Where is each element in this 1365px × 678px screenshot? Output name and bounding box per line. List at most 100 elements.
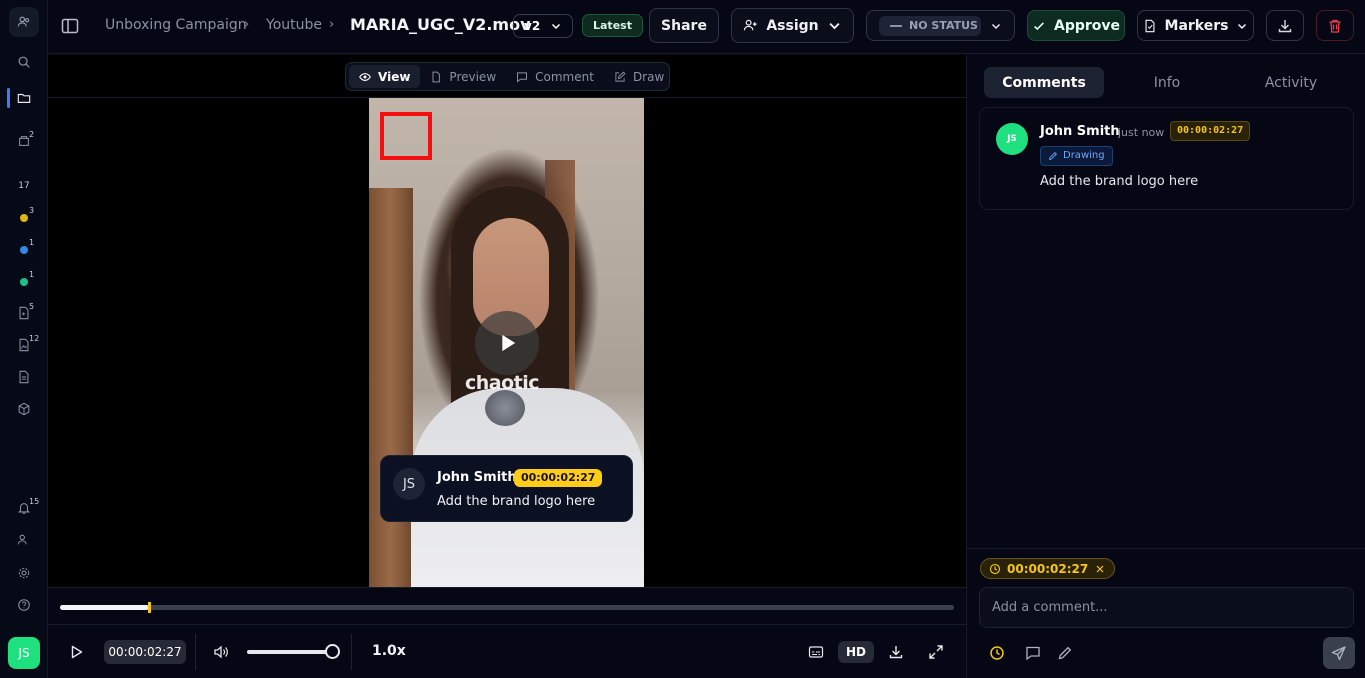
volume-thumb[interactable]: [325, 644, 340, 659]
fullscreen-button[interactable]: [926, 642, 946, 662]
pencil-square-icon: [615, 70, 626, 82]
control-bar: 00:00:02:27 1.0x HD: [48, 624, 966, 678]
panel-tabs: Comments Info Activity: [984, 67, 1354, 98]
comments-panel: Comments Info Activity JS John Smith jus…: [966, 55, 1365, 678]
chevron-right-icon: ›: [244, 17, 250, 32]
avatar: JS: [393, 468, 425, 500]
play-icon: [71, 645, 83, 659]
file-icon: [432, 71, 441, 82]
assign-button[interactable]: Assign: [731, 8, 854, 43]
folder-icon[interactable]: [14, 88, 34, 108]
volume-slider[interactable]: [247, 644, 340, 659]
latest-badge: Latest: [582, 14, 643, 37]
comment-age: just now: [1118, 126, 1165, 139]
quality-button[interactable]: HD: [838, 641, 874, 663]
comment-icon[interactable]: [1023, 643, 1043, 663]
send-button[interactable]: [1323, 637, 1355, 669]
user-plus-icon: [744, 19, 757, 31]
chevron-down-icon: [551, 23, 561, 30]
volume-button[interactable]: [211, 642, 231, 662]
mode-draw[interactable]: Draw: [604, 65, 674, 88]
download-button[interactable]: [1266, 10, 1304, 41]
share-button[interactable]: Share: [649, 8, 719, 43]
assign-label: Assign: [766, 17, 819, 34]
clock-icon[interactable]: [987, 643, 1007, 663]
chevron-right-icon: ›: [329, 17, 335, 32]
user-avatar[interactable]: JS: [8, 637, 40, 669]
top-header: Unboxing Campaign › Youtube › MARIA_UGC_…: [48, 0, 1365, 54]
breadcrumb-folder[interactable]: Youtube: [266, 17, 322, 33]
timestamp-chip[interactable]: 00:00:02:27: [980, 558, 1116, 579]
search-icon[interactable]: [14, 52, 34, 72]
captions-icon: [808, 646, 824, 658]
eye-icon: [359, 72, 371, 81]
divider: [195, 634, 196, 670]
play-button[interactable]: [66, 642, 86, 662]
green-status-dot[interactable]: [20, 278, 28, 286]
version-select[interactable]: v2: [513, 14, 573, 38]
close-icon[interactable]: [1094, 563, 1106, 575]
divider: [351, 634, 352, 670]
timeline-scrubber[interactable]: [60, 602, 954, 613]
comment-timestamp[interactable]: 00:00:02:27: [1170, 121, 1251, 141]
expand-icon: [929, 645, 943, 659]
play-icon: [502, 334, 516, 352]
pencil-icon[interactable]: [1055, 643, 1075, 663]
divider: [967, 548, 1365, 549]
comment-input[interactable]: [979, 587, 1354, 628]
yellow-status-dot[interactable]: [20, 214, 28, 222]
markers-label: Markers: [1164, 17, 1229, 34]
playback-speed[interactable]: 1.0x: [372, 643, 406, 659]
microphone: [485, 390, 525, 426]
dash-icon: [890, 25, 902, 27]
clock-icon: [989, 563, 1001, 574]
comment-card[interactable]: JS John Smith just now 00:00:02:27 Drawi…: [979, 107, 1354, 210]
breadcrumb-project[interactable]: Unboxing Campaign: [105, 17, 247, 33]
document-icon[interactable]: [14, 367, 34, 387]
comment-text: Add the brand logo here: [1040, 174, 1199, 189]
drawing-annotation[interactable]: [380, 112, 432, 160]
check-icon: [1034, 21, 1044, 30]
play-overlay-button[interactable]: [475, 311, 539, 375]
comment-text: Add the brand logo here: [437, 494, 596, 509]
video-watermark: chaotic: [465, 372, 540, 394]
rail-count: 3: [29, 206, 35, 215]
comment-timestamp[interactable]: 00:00:02:27: [514, 469, 603, 487]
approve-label: Approve: [1053, 17, 1121, 34]
drawing-tag[interactable]: Drawing: [1040, 146, 1113, 166]
player-controls: 00:00:02:27 1.0x HD: [48, 587, 966, 678]
gear-icon[interactable]: [14, 563, 34, 583]
mode-label: Comment: [535, 69, 594, 84]
rail-count[interactable]: 17: [14, 181, 34, 191]
captions-button[interactable]: [806, 642, 826, 662]
mode-view[interactable]: View: [349, 65, 421, 88]
left-rail: 2 17 3 1 1 5 12 15 JS: [0, 0, 48, 678]
comment-popup[interactable]: JS John Smith 00:00:02:27 Add the brand …: [380, 455, 633, 522]
approve-button[interactable]: Approve: [1027, 10, 1125, 41]
mode-comment[interactable]: Comment: [506, 65, 604, 88]
video-background: [369, 188, 413, 587]
status-select[interactable]: NO STATUS: [866, 10, 1015, 41]
status-pill: NO STATUS: [879, 16, 981, 36]
people-icon[interactable]: [14, 530, 34, 550]
delete-button[interactable]: [1316, 10, 1354, 41]
comment-marker[interactable]: [148, 602, 152, 613]
download-button[interactable]: [886, 642, 906, 662]
tab-activity[interactable]: Activity: [1231, 67, 1351, 98]
tab-info[interactable]: Info: [1107, 67, 1227, 98]
status-label: NO STATUS: [909, 19, 978, 32]
help-icon[interactable]: [14, 595, 34, 615]
blue-status-dot[interactable]: [20, 246, 28, 254]
sidebar-toggle-icon[interactable]: [60, 16, 82, 38]
timestamp-chip-label: 00:00:02:27: [1007, 561, 1089, 576]
file-name: MARIA_UGC_V2.mov: [350, 15, 531, 34]
mode-label: View: [378, 69, 411, 84]
notification-count: 15: [29, 497, 40, 506]
drawing-tag-label: Drawing: [1063, 150, 1105, 161]
tab-comments[interactable]: Comments: [984, 67, 1104, 98]
team-switcher-button[interactable]: [9, 7, 39, 37]
markers-button[interactable]: Markers: [1137, 10, 1254, 41]
mode-preview[interactable]: Preview: [420, 65, 506, 88]
send-icon: [1331, 646, 1346, 661]
cube-icon[interactable]: [14, 399, 34, 419]
